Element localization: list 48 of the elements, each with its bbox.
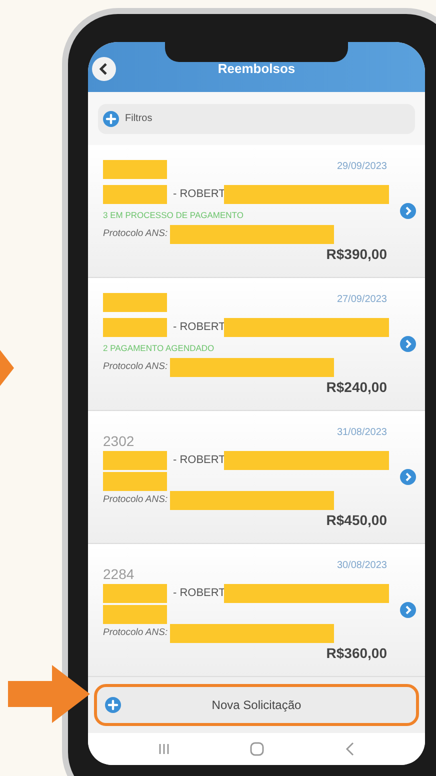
amount-text: R$450,00 — [326, 511, 387, 530]
plus-icon — [103, 110, 119, 126]
header-title: Reembolsos — [218, 60, 296, 78]
amount-text: R$240,00 — [326, 378, 387, 397]
back-icon — [99, 63, 109, 75]
protocol-label: Protocolo ANS: — [103, 492, 168, 507]
redaction-block — [103, 604, 167, 624]
home-icon[interactable] — [250, 742, 264, 756]
arrow-icon — [8, 665, 90, 723]
status-text: 3 EM PROCESSO DE PAGAMENTO — [103, 208, 244, 222]
protocol-label: Protocolo ANS: — [103, 226, 168, 241]
redaction-block — [103, 184, 167, 204]
chevron-right-icon — [400, 469, 416, 485]
redaction-block — [103, 584, 167, 602]
redaction-block — [103, 160, 167, 179]
chevron-right-icon — [400, 203, 416, 219]
beneficiary-name: - ROBERT — [173, 586, 226, 601]
reimbursement-card[interactable]: 29/09/2023 - ROBERT 3 EM PROCESSO DE PAGAMENTO Protocolo ANS: R$390,00 — [88, 145, 425, 278]
recent-apps-icon[interactable] — [158, 743, 170, 755]
reimbursement-card[interactable]: 27/09/2023 - ROBERT 2 PAGAMENTO AGENDADO Protocolo ANS: R$240,00 — [88, 278, 425, 411]
protocol-label: Protocolo ANS: — [103, 360, 168, 374]
redaction-block — [103, 472, 167, 490]
back-button[interactable] — [92, 57, 116, 81]
amount-text: R$360,00 — [326, 644, 387, 663]
arrow-icon — [0, 350, 14, 386]
plus-icon — [105, 697, 121, 713]
request-date: 27/09/2023 — [336, 293, 387, 307]
chevron-right-icon — [400, 602, 416, 618]
request-date: 29/09/2023 — [336, 160, 387, 174]
redaction-block — [103, 318, 167, 336]
beneficiary-name: - ROBERT — [173, 186, 226, 202]
redaction-block — [103, 450, 167, 470]
beneficiary-name: - ROBERT — [173, 452, 226, 468]
reimbursement-card[interactable]: 2284 30/08/2023 - ROBERT Protocolo ANS: R$360,00 — [88, 544, 425, 677]
back-icon[interactable] — [344, 742, 355, 756]
amount-text: R$390,00 — [326, 245, 387, 264]
request-number: 2284 — [103, 565, 134, 584]
protocol-label: Protocolo ANS: — [103, 626, 168, 640]
redaction-block — [103, 293, 167, 312]
filter-button[interactable]: Filtros — [98, 104, 415, 134]
request-number: 2302 — [103, 432, 134, 451]
beneficiary-name: - ROBERT — [173, 320, 226, 335]
new-request-button[interactable]: Nova Solicitação — [94, 684, 419, 726]
request-date: 30/08/2023 — [336, 559, 387, 573]
status-text: 2 PAGAMENTO AGENDADO — [103, 342, 214, 354]
reimbursement-card[interactable]: 2302 31/08/2023 - ROBERT Protocolo ANS: R$450,00 — [88, 411, 425, 544]
chevron-right-icon — [400, 336, 416, 352]
request-date: 31/08/2023 — [336, 426, 387, 440]
